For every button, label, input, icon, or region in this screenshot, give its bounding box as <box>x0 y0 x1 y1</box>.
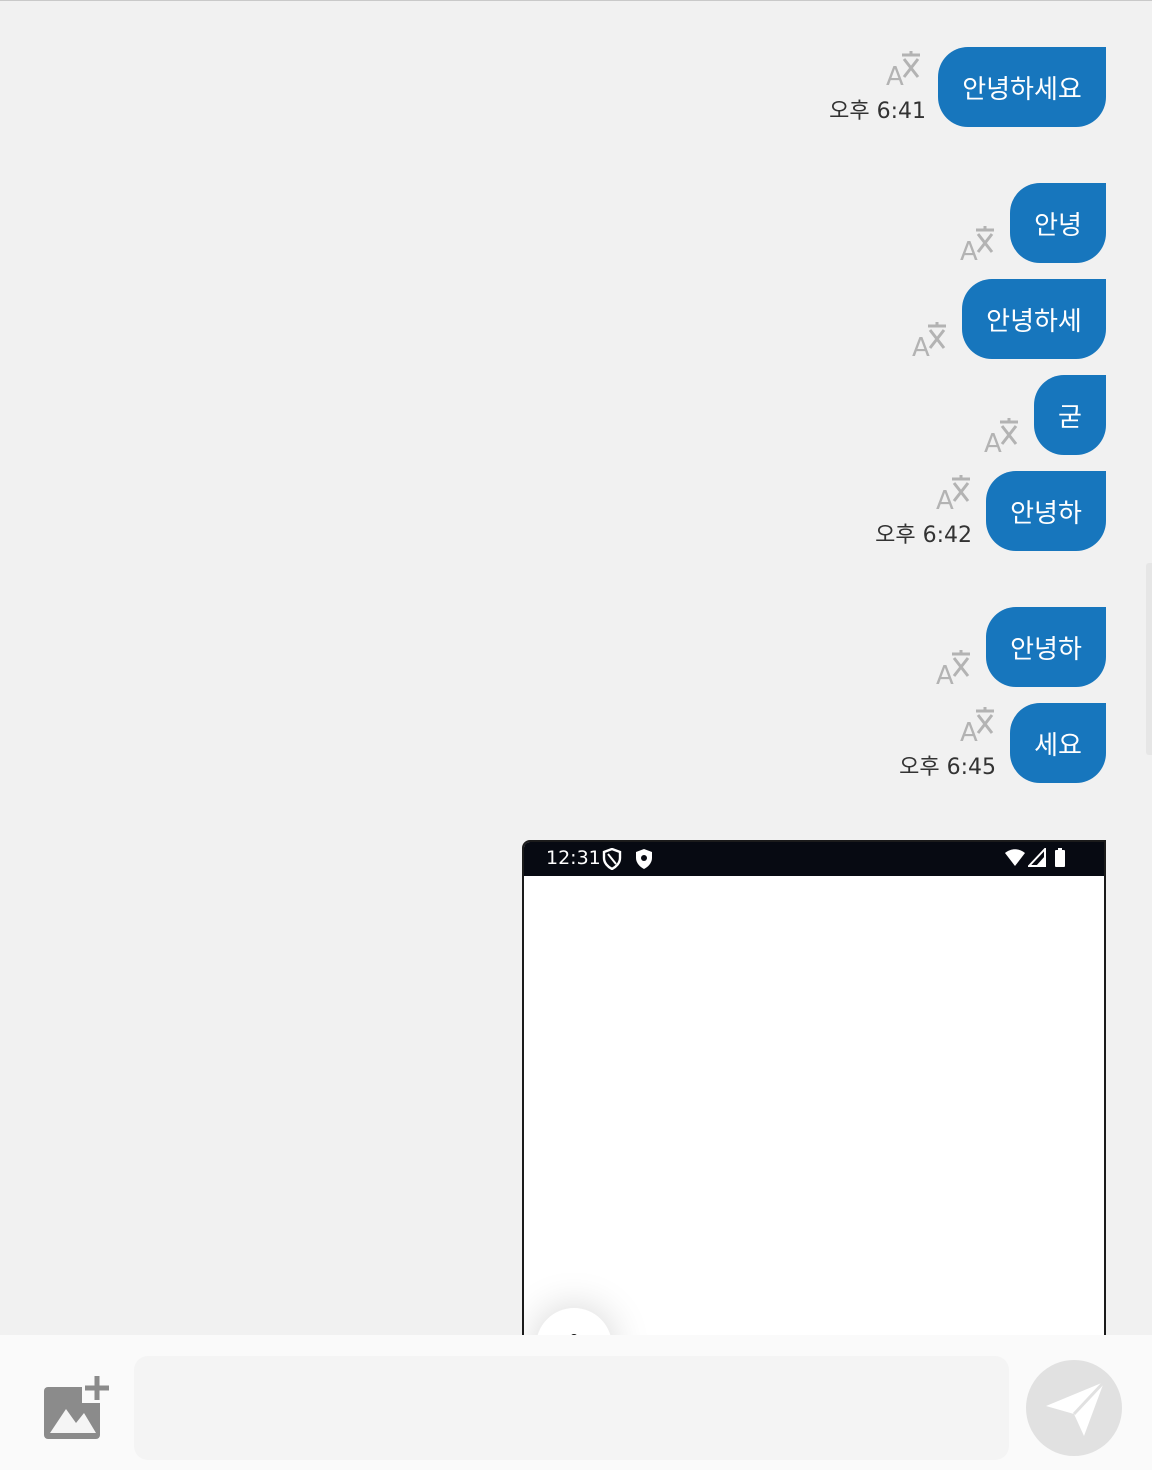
image-status-time: 12:31 <box>546 847 601 869</box>
message-bubble[interactable]: 안녕하세요 <box>938 47 1106 127</box>
svg-text:A: A <box>960 718 978 745</box>
image-message[interactable]: 12:31 <box>522 840 1106 1335</box>
translate-icon[interactable]: A <box>910 320 950 360</box>
battery-icon <box>1055 848 1065 867</box>
wifi-icon <box>1005 849 1025 866</box>
send-button[interactable] <box>1026 1360 1122 1456</box>
shield-icon <box>602 848 622 870</box>
translate-icon[interactable]: A <box>958 224 998 264</box>
message-bubble[interactable]: 안녕 <box>1010 183 1106 263</box>
image-status-bar: 12:31 <box>524 842 1104 876</box>
translate-icon[interactable]: A <box>884 49 924 89</box>
message-composer <box>0 1335 1152 1470</box>
message-bubble[interactable]: 안녕하 <box>986 607 1106 687</box>
chat-message-list[interactable]: 안녕하세요 A 오후 6:41 안녕 A 안녕하세 A 굳 A 안녕하 A 오후… <box>0 1 1152 1335</box>
message-bubble[interactable]: 굳 <box>1034 375 1106 455</box>
translate-icon[interactable]: A <box>982 416 1022 456</box>
message-time: 오후 6:45 <box>899 755 996 780</box>
message-input[interactable] <box>134 1356 1009 1460</box>
svg-text:A: A <box>886 62 904 89</box>
send-icon <box>1046 1380 1106 1436</box>
scrollbar[interactable] <box>1146 563 1152 755</box>
svg-text:A: A <box>960 237 978 264</box>
svg-text:A: A <box>912 333 930 360</box>
translate-icon[interactable]: A <box>934 648 974 688</box>
translate-icon[interactable]: A <box>934 473 974 513</box>
add-image-icon <box>44 1373 112 1439</box>
image-floating-button <box>536 1308 612 1335</box>
add-image-button[interactable] <box>40 1373 114 1443</box>
message-time: 오후 6:42 <box>875 523 972 548</box>
translate-icon[interactable]: A <box>958 705 998 745</box>
svg-text:A: A <box>984 429 1002 456</box>
svg-text:A: A <box>936 486 954 513</box>
message-bubble[interactable]: 안녕하세 <box>962 279 1106 359</box>
message-time: 오후 6:41 <box>829 99 926 124</box>
svg-text:A: A <box>936 661 954 688</box>
message-bubble[interactable]: 세요 <box>1010 703 1106 783</box>
shield-filled-icon <box>636 849 652 869</box>
message-bubble[interactable]: 안녕하 <box>986 471 1106 551</box>
signal-icon <box>1028 848 1046 867</box>
